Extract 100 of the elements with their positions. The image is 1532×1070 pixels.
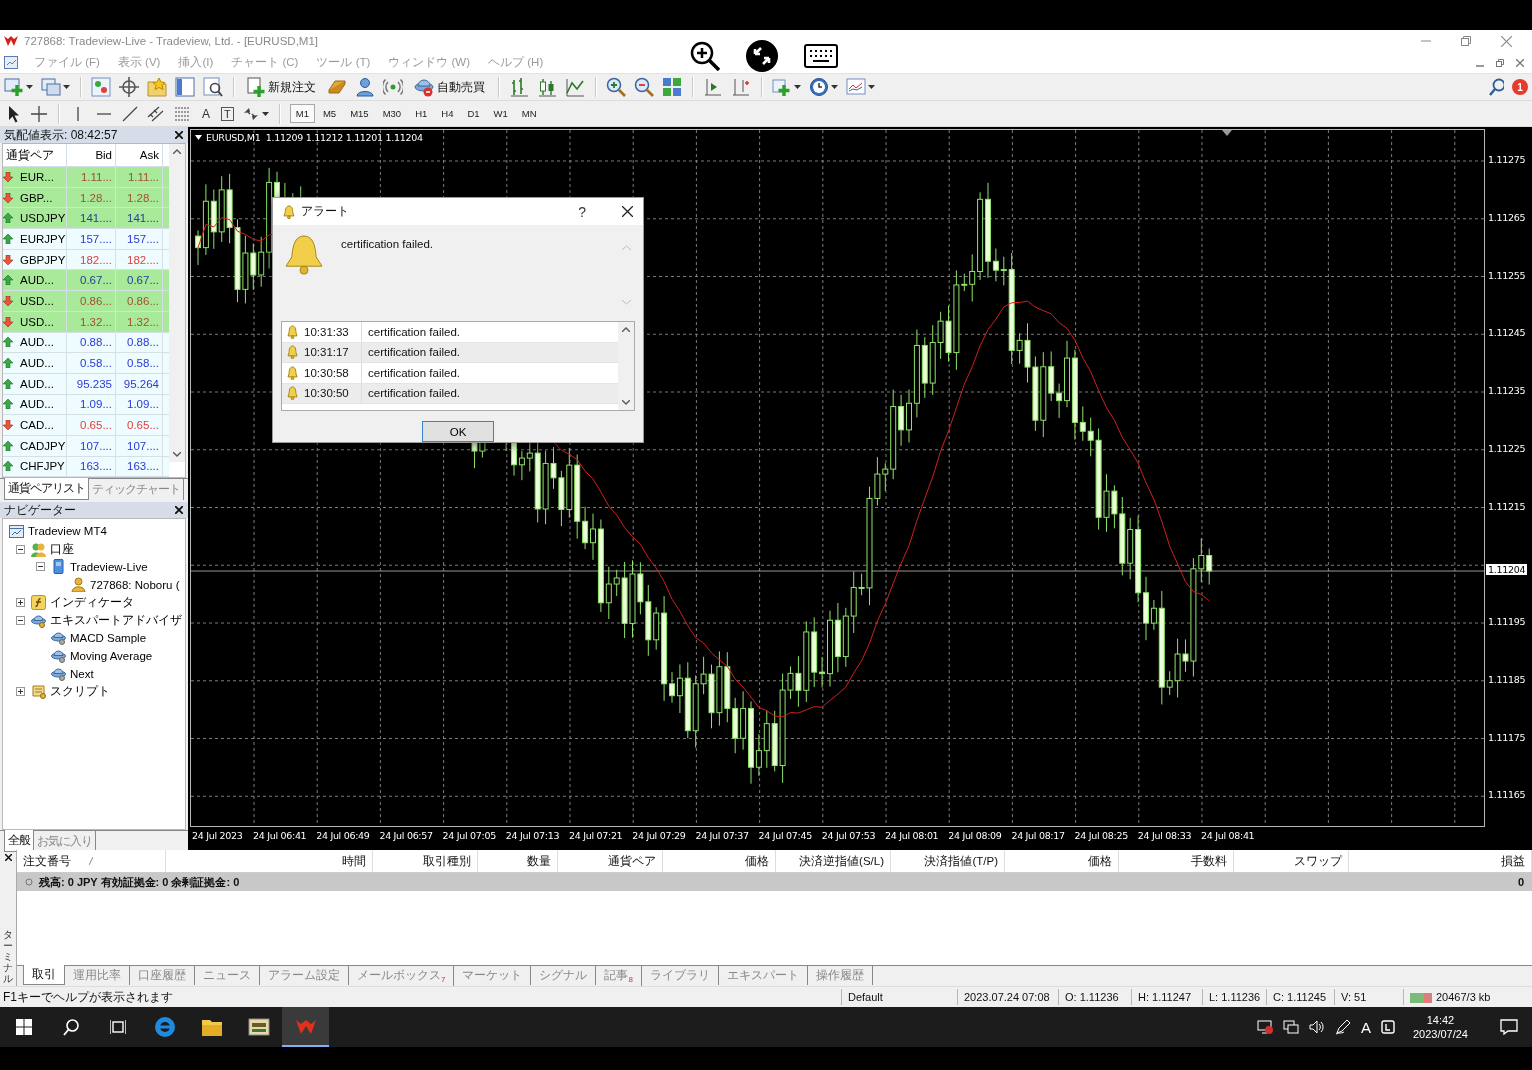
text-label-tool-button[interactable]: T (221, 106, 234, 121)
new-order-button[interactable]: 新規注文 (244, 75, 319, 99)
restore-icon[interactable] (1496, 58, 1504, 67)
panel-tab[interactable]: 全般 (4, 830, 34, 852)
quote-row[interactable]: AUD... 95.235 95.264 (3, 373, 169, 395)
quote-row[interactable]: GBP... 1.28... 1.28... (3, 187, 169, 209)
quote-row[interactable]: AUD... 1.09... 1.09... (3, 394, 169, 416)
auto-trading-button[interactable]: 自動売買 (411, 75, 488, 99)
log-row[interactable]: 10:30:50 certification failed. (282, 383, 618, 404)
speaker-icon[interactable] (1308, 1019, 1325, 1035)
shift-marker-icon[interactable] (1222, 130, 1232, 136)
quote-row[interactable]: CADJPY 107.... 107.... (3, 435, 169, 457)
quote-row[interactable]: USDJPY 141.... 141.... (3, 208, 169, 230)
timeframe-button[interactable]: W1 (487, 104, 514, 123)
collapse-icon[interactable] (15, 544, 25, 554)
scroll-down-icon[interactable] (173, 452, 181, 457)
panel-icon[interactable] (175, 77, 195, 97)
crosshair-icon[interactable] (30, 104, 48, 123)
text-tool-button[interactable]: A (199, 106, 213, 121)
tree-item[interactable]: MACD Sample (70, 632, 147, 644)
timeframe-button[interactable]: M1 (289, 104, 315, 123)
timeframe-button[interactable]: M15 (344, 104, 375, 123)
tree-item[interactable]: スクリプト (50, 683, 110, 699)
person-icon[interactable] (355, 77, 375, 97)
timeframe-button[interactable]: D1 (461, 104, 486, 123)
quote-row[interactable]: USD... 1.32... 1.32... (3, 311, 169, 333)
windows-logo-icon[interactable] (15, 1019, 32, 1035)
restore-icon[interactable] (1461, 36, 1471, 46)
window-icon[interactable] (4, 56, 18, 69)
taskbar-app[interactable] (282, 1007, 329, 1047)
keyboard-icon[interactable] (804, 44, 838, 68)
caret-icon[interactable] (794, 85, 801, 89)
panel-tab[interactable]: 通貨ペアリスト (4, 478, 89, 501)
quote-row[interactable]: AUD... 0.88... 0.88... (3, 332, 169, 354)
tree-item[interactable]: インディケータ (50, 594, 134, 610)
tree-item[interactable]: Next (70, 667, 94, 680)
log-row[interactable]: 10:31:33 certification failed. (282, 322, 618, 343)
autoscroll-icon[interactable] (731, 77, 751, 97)
quote-row[interactable]: AUD... 0.58... 0.58... (3, 353, 169, 374)
quote-row[interactable]: CHFJPY 163.... 163.... (3, 456, 169, 478)
scrollbar[interactable] (618, 322, 634, 410)
notification-badge[interactable]: 1 (1512, 79, 1528, 95)
search-icon[interactable] (62, 1018, 79, 1036)
star-folder-icon[interactable] (147, 77, 167, 97)
signal-icon[interactable] (383, 77, 403, 97)
timeframe-button[interactable]: H1 (409, 104, 434, 123)
quote-row[interactable]: AUD... 0.67... 0.67... (3, 270, 169, 292)
close-icon[interactable] (622, 206, 633, 218)
quote-row[interactable]: GBPJPY 182.... 182.... (3, 249, 169, 271)
tree-item[interactable]: エキスパートアドバイザ (50, 612, 182, 628)
tree-item[interactable]: 口座 (50, 541, 74, 557)
caret-icon[interactable] (63, 85, 70, 89)
ok-button[interactable]: OK (422, 421, 494, 442)
expand-icon[interactable] (15, 597, 25, 607)
zoom-out-icon[interactable] (634, 77, 654, 97)
network-warning-icon[interactable] (1256, 1019, 1273, 1035)
scrollbar[interactable] (169, 144, 185, 462)
caret-icon[interactable] (26, 85, 33, 89)
timeframe-button[interactable]: MN (515, 104, 543, 123)
caret-icon[interactable] (831, 85, 838, 89)
taskbar-clock[interactable]: 14:42 2023/07/24 (1412, 1013, 1468, 1041)
terminal-tab[interactable]: 取引 (23, 965, 65, 985)
task-view-icon[interactable] (109, 1019, 126, 1035)
timeframe-button[interactable]: H4 (435, 104, 460, 123)
collapse-icon[interactable] (15, 615, 25, 625)
log-row[interactable]: 10:31:17 certification failed. (282, 342, 618, 363)
candlestick-icon[interactable] (537, 77, 557, 97)
scroll-down-icon[interactable] (622, 400, 630, 405)
channel-icon[interactable] (147, 104, 165, 123)
close-icon[interactable] (4, 854, 12, 861)
notification-icon[interactable] (1500, 1019, 1518, 1035)
magnifier-chart-icon[interactable] (203, 77, 223, 97)
input-mode-indicator[interactable]: A (1360, 1018, 1371, 1036)
balance-row[interactable]: 残高: 0 JPY 有効証拠金: 0 余剰証拠金: 0 0 (17, 873, 1532, 891)
tree-item[interactable]: Moving Average (70, 649, 153, 662)
scroll-up-icon[interactable] (622, 327, 630, 332)
tile-windows-icon[interactable] (662, 77, 682, 97)
scroll-up-icon[interactable] (173, 149, 181, 154)
caret-icon[interactable] (261, 111, 269, 116)
close-icon[interactable] (175, 506, 183, 515)
tree-item[interactable]: Tradeview MT4 (28, 525, 107, 538)
expand-icon[interactable] (15, 686, 25, 696)
crosshair-icon[interactable] (119, 77, 139, 97)
timeframe-button[interactable]: M30 (376, 104, 408, 123)
quote-row[interactable]: EURJPY 157.... 157.... (3, 229, 169, 250)
line-chart-icon[interactable] (565, 77, 585, 97)
quote-row[interactable]: CAD... 0.65... 0.65... (3, 415, 169, 436)
dropdown-triangle-icon[interactable] (195, 135, 202, 140)
arrows-circle-icon[interactable] (746, 40, 778, 72)
collapse-icon[interactable] (35, 562, 45, 572)
quote-row[interactable]: EUR... 1.11... 1.11... (3, 167, 169, 188)
clock-icon[interactable] (809, 77, 829, 97)
template-icon[interactable] (846, 77, 866, 97)
log-row[interactable]: 10:30:58 certification failed. (282, 363, 618, 384)
caret-icon[interactable] (868, 85, 875, 89)
bar-chart-icon[interactable] (509, 77, 529, 97)
trendline-icon[interactable] (121, 104, 139, 123)
tree-item[interactable]: 727868: Noboru ( (90, 578, 180, 591)
quote-row[interactable]: USD... 0.86... 0.86... (3, 291, 169, 312)
tree-item[interactable]: Tradeview-Live (70, 560, 148, 573)
